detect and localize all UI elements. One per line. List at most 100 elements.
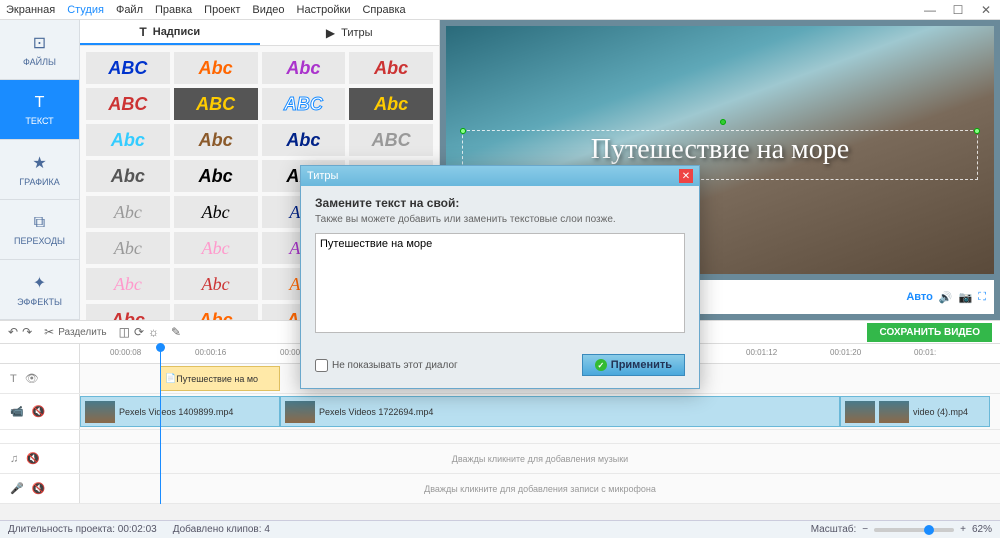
text-style-swatch[interactable]: Abc: [86, 232, 170, 264]
sidebar-tab-transitions[interactable]: ⧉ПЕРЕХОДЫ: [0, 200, 79, 260]
text-style-swatch[interactable]: Abc: [262, 52, 346, 84]
text-style-swatch[interactable]: ABC: [86, 88, 170, 120]
clip-label: video (4).mp4: [913, 407, 968, 417]
text-clip[interactable]: 📄Путешествие на мо: [160, 366, 280, 391]
close-icon[interactable]: ✕: [978, 3, 994, 17]
menu-file[interactable]: Файл: [116, 4, 143, 16]
sidebar-label: ЭФФЕКТЫ: [17, 297, 62, 307]
text-style-swatch[interactable]: ABC: [174, 88, 258, 120]
maximize-icon[interactable]: ☐: [950, 3, 966, 17]
clip-label: Pexels Videos 1722694.mp4: [319, 407, 433, 417]
minimize-icon[interactable]: —: [922, 3, 938, 17]
resize-handle[interactable]: [974, 128, 980, 134]
redo-icon[interactable]: ↷: [22, 325, 32, 339]
text-style-swatch[interactable]: Abc: [86, 196, 170, 228]
ruler-tick: 00:01:12: [746, 348, 777, 357]
text-style-swatch[interactable]: Abc: [262, 124, 346, 156]
dont-show-input[interactable]: [315, 359, 328, 372]
text-style-swatch[interactable]: Abc: [349, 52, 433, 84]
apply-button[interactable]: ✓Применить: [582, 354, 685, 376]
ruler-tick: 00:01:: [914, 348, 936, 357]
sidebar-tab-files[interactable]: ⊡ФАЙЛЫ: [0, 20, 79, 80]
title-text-input[interactable]: Путешествие на море: [315, 233, 685, 333]
video-clip[interactable]: Pexels Videos 1409899.mp4: [80, 396, 280, 427]
rotate-icon[interactable]: ⟳: [134, 325, 144, 339]
menu-settings[interactable]: Настройки: [297, 4, 351, 16]
video-clip[interactable]: Pexels Videos 1722694.mp4: [280, 396, 840, 427]
star-icon: ★: [32, 153, 46, 173]
text-style-swatch[interactable]: Abc: [174, 304, 258, 320]
left-sidebar: ⊡ФАЙЛЫ T ТЕКСТ ★ГРАФИКА ⧉ПЕРЕХОДЫ ✦ЭФФЕКТ…: [0, 20, 80, 320]
text-style-swatch[interactable]: Abc: [86, 268, 170, 300]
volume-icon[interactable]: 🔊: [939, 291, 953, 304]
sidebar-label: ТЕКСТ: [25, 116, 53, 126]
mute-icon[interactable]: 🔇: [32, 482, 46, 495]
text-style-swatch[interactable]: ABC: [349, 124, 433, 156]
playhead[interactable]: [160, 344, 161, 504]
clips-value: 4: [264, 524, 270, 535]
zoom-out-button[interactable]: −: [862, 524, 868, 535]
menu-video[interactable]: Видео: [252, 4, 284, 16]
auto-label[interactable]: Авто: [906, 291, 933, 303]
text-style-swatch[interactable]: Abc: [86, 304, 170, 320]
text-style-swatch[interactable]: Abc: [174, 160, 258, 192]
sidebar-tab-graphics[interactable]: ★ГРАФИКА: [0, 140, 79, 200]
text-style-swatch[interactable]: ABC: [262, 88, 346, 120]
brightness-icon[interactable]: ☼: [148, 325, 159, 339]
music-track-body[interactable]: Дважды кликните для добавления музыки: [80, 444, 1000, 473]
menu-help[interactable]: Справка: [362, 4, 405, 16]
text-style-swatch[interactable]: Abc: [174, 268, 258, 300]
dialog-close-button[interactable]: ✕: [679, 169, 693, 183]
text-icon: T: [35, 94, 45, 112]
video-clip[interactable]: video (4).mp4: [840, 396, 990, 427]
text-style-swatch[interactable]: ABC: [86, 52, 170, 84]
ruler-tick: 00:00:16: [195, 348, 226, 357]
split-button[interactable]: ✂Разделить: [44, 325, 107, 339]
menubar: Экранная Студия Файл Правка Проект Видео…: [0, 0, 1000, 20]
mic-icon: 🎤: [10, 482, 24, 495]
zoom-knob[interactable]: [924, 525, 934, 535]
gallery-tab-captions[interactable]: TНадписи: [80, 20, 260, 45]
sidebar-tab-effects[interactable]: ✦ЭФФЕКТЫ: [0, 260, 79, 320]
brand-word-1: Экранная: [6, 4, 55, 16]
preview-text-overlay[interactable]: Путешествие на море: [591, 134, 849, 166]
music-track: ♫ 🔇 Дважды кликните для добавления музыки: [0, 444, 1000, 474]
zoom-slider[interactable]: [874, 528, 954, 532]
resize-handle[interactable]: [460, 128, 466, 134]
transitions-icon: ⧉: [34, 214, 45, 232]
crop-icon[interactable]: ◫: [119, 325, 130, 339]
rotate-handle[interactable]: [720, 119, 726, 125]
menu-project[interactable]: Проект: [204, 4, 240, 16]
text-style-swatch[interactable]: Abc: [349, 88, 433, 120]
mute-icon[interactable]: 🔇: [32, 405, 46, 418]
sidebar-label: ФАЙЛЫ: [23, 57, 56, 67]
sidebar-tab-text[interactable]: T ТЕКСТ: [0, 80, 79, 140]
menu-edit[interactable]: Правка: [155, 4, 192, 16]
gallery-tab-titles[interactable]: ▶Титры: [260, 20, 440, 45]
edit-icon[interactable]: ✎: [171, 325, 181, 339]
dialog-titlebar[interactable]: Титры ✕: [301, 166, 699, 186]
snapshot-icon[interactable]: 📷: [959, 291, 973, 304]
text-style-swatch[interactable]: Abc: [174, 232, 258, 264]
text-style-swatch[interactable]: Abc: [174, 124, 258, 156]
zoom-in-button[interactable]: +: [960, 524, 966, 535]
mute-icon[interactable]: 🔇: [26, 452, 40, 465]
text-style-swatch[interactable]: Abc: [174, 52, 258, 84]
fullscreen-icon[interactable]: ⛶: [978, 291, 986, 304]
eye-icon[interactable]: 👁: [25, 372, 39, 385]
clip-label: Путешествие на мо: [176, 374, 258, 384]
text-style-swatch[interactable]: Abc: [86, 160, 170, 192]
save-video-button[interactable]: СОХРАНИТЬ ВИДЕО: [867, 323, 992, 342]
text-style-swatch[interactable]: Abc: [174, 196, 258, 228]
ruler-tick: 00:00:08: [110, 348, 141, 357]
mic-track-body[interactable]: Дважды кликните для добавления записи с …: [80, 474, 1000, 503]
dialog-heading: Замените текст на свой:: [315, 196, 685, 210]
clip-thumbnail: [85, 401, 115, 423]
text-track-icon: T: [10, 373, 17, 385]
text-style-swatch[interactable]: Abc: [86, 124, 170, 156]
music-icon: ♫: [10, 453, 18, 465]
dont-show-checkbox[interactable]: Не показывать этот диалог: [315, 359, 458, 372]
clip-icon: 📄: [165, 373, 176, 384]
video-track: 📹🔇 Pexels Videos 1409899.mp4 Pexels Vide…: [0, 394, 1000, 430]
undo-icon[interactable]: ↶: [8, 325, 18, 339]
